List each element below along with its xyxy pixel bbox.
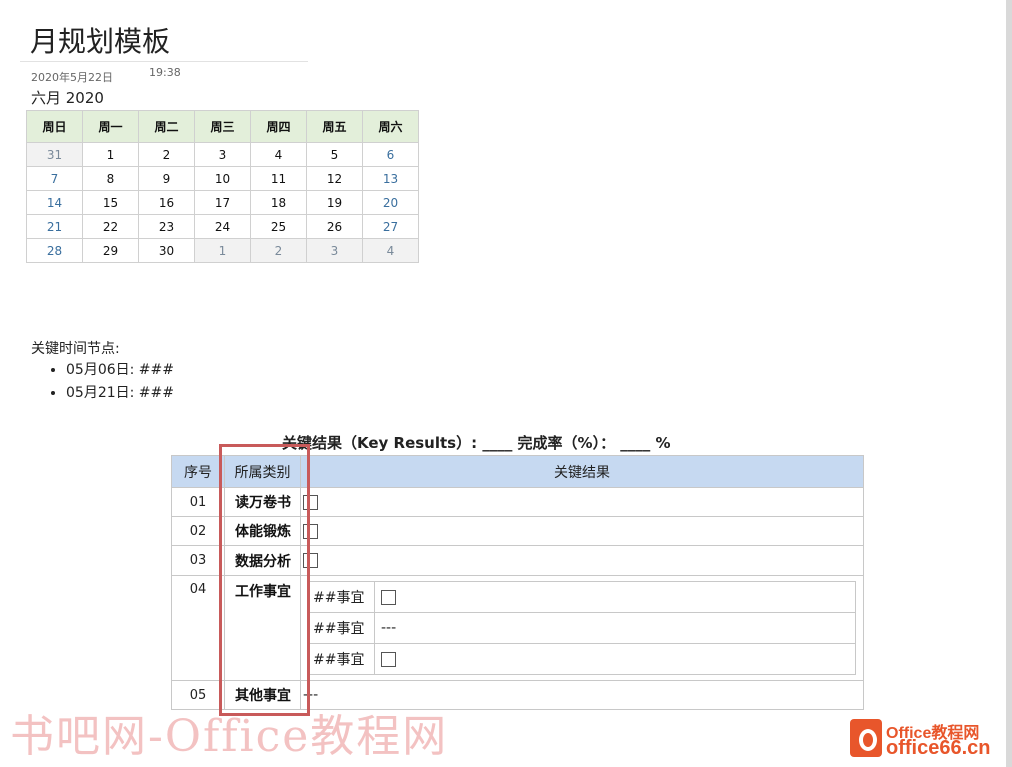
calendar-day: 31 <box>26 142 83 167</box>
office-icon <box>850 719 882 757</box>
calendar-day: 26 <box>306 214 363 239</box>
sub-item-value <box>374 643 856 675</box>
calendar-week-row: 31 1 2 3 4 5 6 <box>26 142 419 167</box>
sub-row: ##事宜 <box>308 581 856 613</box>
calendar-day: 29 <box>82 238 139 263</box>
calendar-day: 14 <box>26 190 83 215</box>
sub-row: ##事宜 --- <box>308 612 856 644</box>
watermark-text: 书吧网-Office教程网 <box>10 711 449 762</box>
logo-bottom-text: office66.cn <box>886 737 991 759</box>
checkbox[interactable] <box>381 651 396 667</box>
calendar-day: 15 <box>82 190 139 215</box>
sub-item-value: --- <box>374 612 856 644</box>
calendar-day: 2 <box>250 238 307 263</box>
row-result <box>300 545 864 576</box>
sub-item-value <box>374 581 856 613</box>
calendar-week-row: 14 15 16 17 18 19 20 <box>26 190 419 215</box>
key-time-item: 05月06日: ### <box>66 360 174 383</box>
calendar-day: 12 <box>306 166 363 191</box>
calendar-day: 7 <box>26 166 83 191</box>
calendar-day: 10 <box>194 166 251 191</box>
row-index: 01 <box>171 487 225 517</box>
calendar-day: 19 <box>306 190 363 215</box>
calendar-day: 24 <box>194 214 251 239</box>
calendar-day: 13 <box>362 166 419 191</box>
row-result: ##事宜 ##事宜 --- ##事宜 <box>300 575 864 681</box>
sub-item-label: ##事宜 <box>308 643 375 675</box>
row-index: 02 <box>171 516 225 546</box>
header-result: 关键结果 <box>300 455 864 488</box>
calendar-day: 1 <box>194 238 251 263</box>
sub-item-label: ##事宜 <box>308 612 375 644</box>
key-results-title: 关键结果（Key Results）: ____ 完成率（%）： ____ % <box>282 434 671 452</box>
page-right-border <box>1006 0 1012 767</box>
work-subtable: ##事宜 ##事宜 --- ##事宜 <box>308 581 856 675</box>
sub-row: ##事宜 <box>308 643 856 675</box>
calendar-week-row: 21 22 23 24 25 26 27 <box>26 214 419 239</box>
calendar-day: 8 <box>82 166 139 191</box>
key-time-item: 05月21日: ### <box>66 383 174 406</box>
calendar-day: 30 <box>138 238 195 263</box>
calendar-day: 6 <box>362 142 419 167</box>
title-divider <box>20 61 308 62</box>
calendar-day: 5 <box>306 142 363 167</box>
calendar-weekday-header: 周六 <box>362 110 419 143</box>
calendar-day: 21 <box>26 214 83 239</box>
calendar-weekday-header: 周三 <box>194 110 251 143</box>
row-result <box>300 516 864 546</box>
calendar-day: 23 <box>138 214 195 239</box>
calendar-day: 17 <box>194 190 251 215</box>
site-logo: Office教程网 office66.cn <box>850 717 1004 765</box>
key-times-list: 05月06日: ### 05月21日: ### <box>48 360 174 406</box>
checkbox[interactable] <box>381 589 396 605</box>
page-time: 19:38 <box>149 66 181 79</box>
row-index: 03 <box>171 545 225 576</box>
page-title: 月规划模板 <box>30 25 171 58</box>
calendar-day: 1 <box>82 142 139 167</box>
calendar-day: 16 <box>138 190 195 215</box>
row-index: 04 <box>171 575 225 681</box>
calendar-day: 3 <box>194 142 251 167</box>
page-date: 2020年5月22日 <box>31 71 113 84</box>
calendar-day: 25 <box>250 214 307 239</box>
calendar-weekday-header: 周四 <box>250 110 307 143</box>
calendar-day: 20 <box>362 190 419 215</box>
calendar-day: 4 <box>250 142 307 167</box>
header-index: 序号 <box>171 455 225 488</box>
calendar-day: 18 <box>250 190 307 215</box>
calendar-weekday-header: 周二 <box>138 110 195 143</box>
calendar-weekday-header: 周五 <box>306 110 363 143</box>
calendar-day: 3 <box>306 238 363 263</box>
calendar-weekday-header: 周一 <box>82 110 139 143</box>
month-calendar: 周日 周一 周二 周三 周四 周五 周六 31 1 2 3 4 5 6 7 8 … <box>26 110 419 263</box>
calendar-day: 22 <box>82 214 139 239</box>
row-result <box>300 487 864 517</box>
calendar-day: 9 <box>138 166 195 191</box>
key-times-label: 关键时间节点: <box>31 341 120 357</box>
calendar-day: 27 <box>362 214 419 239</box>
calendar-day: 4 <box>362 238 419 263</box>
calendar-month-label: 六月 2020 <box>31 89 104 107</box>
calendar-day: 11 <box>250 166 307 191</box>
calendar-day: 2 <box>138 142 195 167</box>
category-highlight-box <box>219 444 310 716</box>
calendar-header-row: 周日 周一 周二 周三 周四 周五 周六 <box>26 110 419 143</box>
calendar-day: 28 <box>26 238 83 263</box>
calendar-week-row: 7 8 9 10 11 12 13 <box>26 166 419 191</box>
sub-item-label: ##事宜 <box>308 581 375 613</box>
calendar-weekday-header: 周日 <box>26 110 83 143</box>
calendar-week-row: 28 29 30 1 2 3 4 <box>26 238 419 263</box>
